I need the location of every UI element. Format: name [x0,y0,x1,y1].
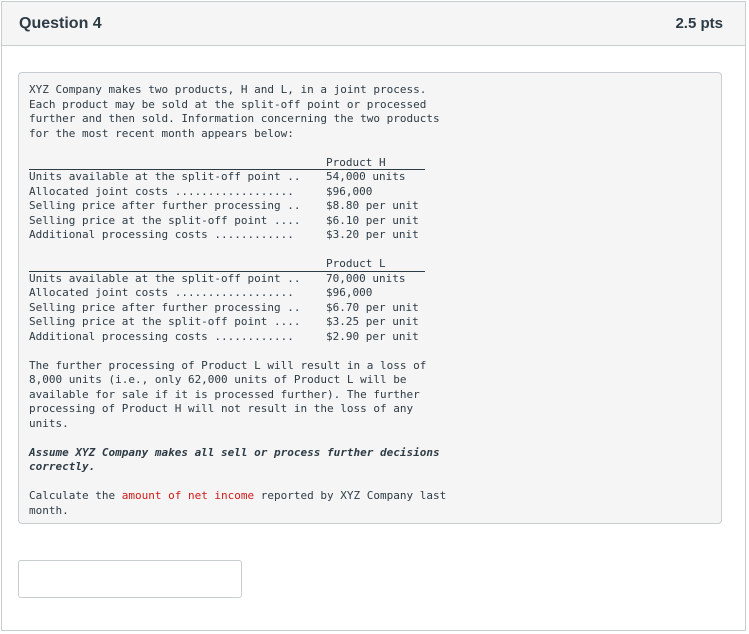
table-row: Additional processing costs ............… [29,228,425,243]
table-row: Selling price after further processing .… [29,301,425,316]
table-row: Allocated joint costs ..................… [29,185,425,200]
note-line: units. [29,416,69,430]
task-line: month. [29,503,69,517]
intro-line: Each product may be sold at the split-of… [29,97,427,111]
intro-line: for the most recent month appears below: [29,126,294,140]
row-value: $3.20 per unit [326,228,419,241]
product-h-heading: Product H [326,155,386,169]
table-row: Additional processing costs ............… [29,330,425,345]
assumption-line: Assume XYZ Company makes all sell or pro… [29,445,440,459]
question-text-box: XYZ Company makes two products, H and L,… [18,72,722,524]
note-line: available for sale if it is processed fu… [29,387,420,401]
product-h-table: Product H Units available at the split-o… [29,156,425,243]
row-value: $96,000 [326,286,373,299]
assumption-line: correctly. [29,460,96,473]
intro-line: XYZ Company makes two products, H and L,… [29,83,427,96]
task-prefix: Calculate the [29,489,122,502]
answer-input[interactable] [18,560,242,598]
question-title: Question 4 [19,14,102,32]
table-row: Units available at the split-off point .… [29,272,425,287]
row-label: Selling price at the split-off point ...… [29,315,301,328]
note-line: The further processing of Product L will… [29,358,427,372]
product-l-table: Product L Units available at the split-o… [29,257,425,344]
row-value: $2.90 per unit [326,329,419,343]
note-line: processing of Product H will not result … [29,402,414,415]
row-value: 54,000 units [326,170,406,183]
task-paragraph: Calculate the amount of net income repor… [29,489,711,518]
product-l-heading: Product L [326,257,386,270]
task-suffix: reported by XYZ Company last [254,489,447,502]
row-value: $6.10 per unit [326,213,419,227]
row-value: $6.70 per unit [326,300,419,314]
note-line: 8,000 units (i.e., only 62,000 units of … [29,373,407,386]
row-label: Additional processing costs ............ [29,329,294,343]
row-label: Units available at the split-off point .… [29,271,301,285]
question-header: Question 4 2.5 pts [2,2,745,46]
table-row: Allocated joint costs ..................… [29,286,425,301]
table-row: Selling price at the split-off point ...… [29,315,425,330]
assumption-paragraph: Assume XYZ Company makes all sell or pro… [29,446,711,475]
intro-paragraph: XYZ Company makes two products, H and L,… [29,83,711,141]
row-label: Additional processing costs ............ [29,228,294,241]
task-highlight: amount of net income [121,489,255,502]
row-label: Selling price after further processing .… [29,199,301,212]
row-value: $3.25 per unit [326,315,419,328]
row-value: $8.80 per unit [326,199,419,212]
row-label: Selling price at the split-off point ...… [29,213,301,227]
table-row: Selling price after further processing .… [29,199,425,214]
row-value: $96,000 [326,184,373,198]
row-label: Units available at the split-off point .… [29,170,301,183]
row-value: 70,000 units [326,271,406,285]
table-row: Selling price at the split-off point ...… [29,214,425,229]
row-label: Allocated joint costs .................. [29,286,294,299]
question-points: 2.5 pts [675,15,723,32]
row-label: Allocated joint costs .................. [29,184,294,198]
table-row: Units available at the split-off point .… [29,170,425,185]
row-label: Selling price after further processing .… [29,300,301,314]
loss-note-paragraph: The further processing of Product L will… [29,359,711,432]
intro-line: further and then sold. Information conce… [29,112,440,125]
